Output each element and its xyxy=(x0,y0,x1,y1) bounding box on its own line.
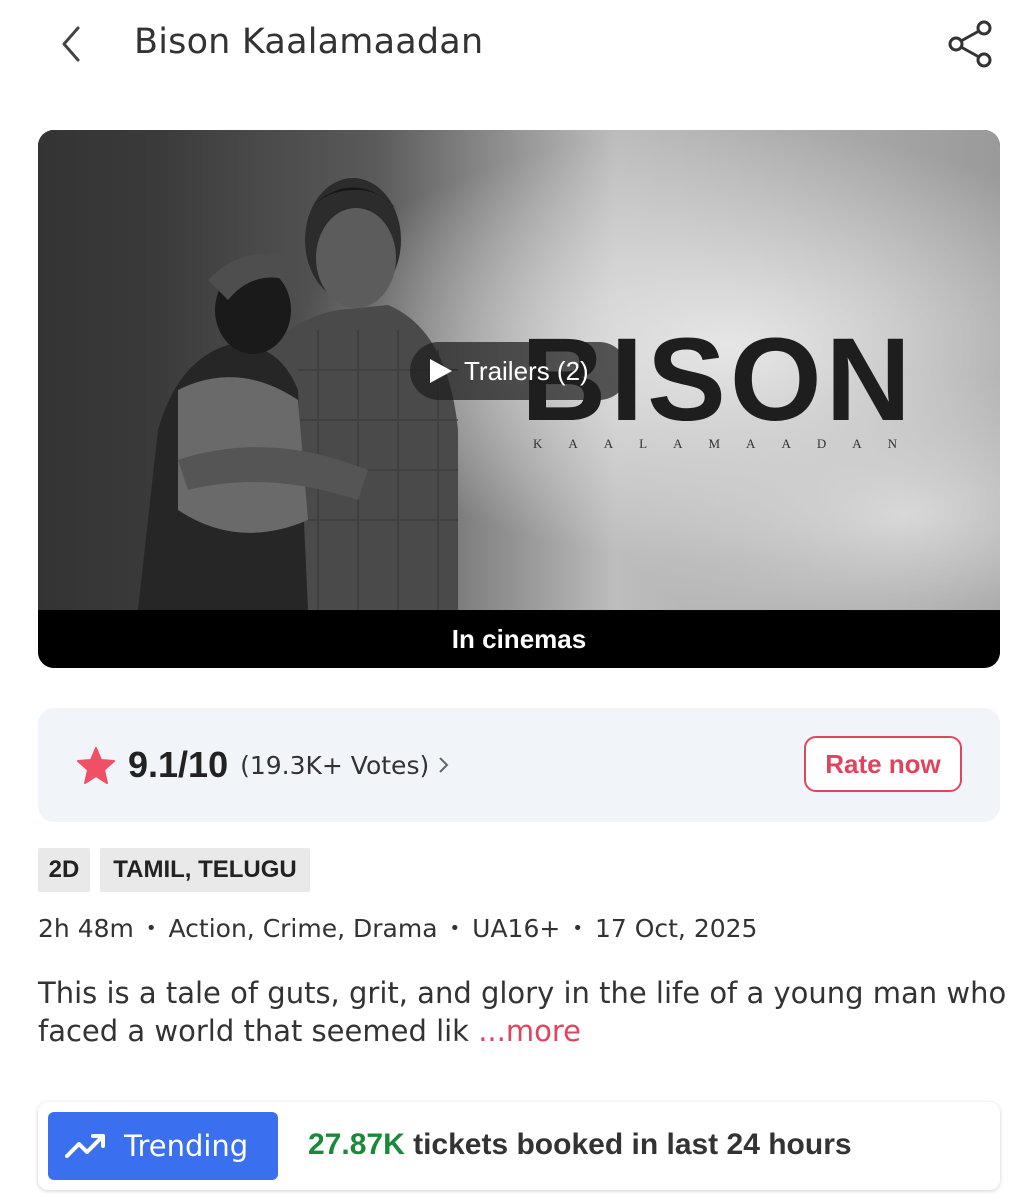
more-link[interactable]: ...more xyxy=(478,1014,581,1048)
page-title: Bison Kaalamaadan xyxy=(134,22,484,62)
trending-up-icon xyxy=(65,1134,105,1158)
movie-meta: 2h 48m • Action, Crime, Drama • UA16+ • … xyxy=(38,914,1018,943)
trending-card: Trending 27.87K tickets booked in last 2… xyxy=(38,1102,1000,1190)
tickets-suffix: tickets booked in last 24 hours xyxy=(413,1128,852,1161)
back-button[interactable] xyxy=(50,22,90,66)
release-date: 17 Oct, 2025 xyxy=(594,914,758,943)
separator-dot-icon: • xyxy=(572,918,583,939)
trending-label: Trending xyxy=(124,1129,249,1163)
chevron-right-icon xyxy=(439,757,449,773)
format-tag: 2D xyxy=(38,848,90,892)
rating-card: 9.1/10 (19.3K+ Votes) Rate now xyxy=(38,708,1000,822)
release-status-label: In cinemas xyxy=(451,623,587,654)
star-icon xyxy=(77,747,115,784)
genres: Action, Crime, Drama xyxy=(168,914,438,943)
trending-badge: Trending xyxy=(48,1112,278,1180)
language-tag: TAMIL, TELUGU xyxy=(100,848,310,892)
movie-banner[interactable]: BISON KAALAMAADAN Trailers (2) In cinema… xyxy=(38,130,1000,668)
trending-text: 27.87K tickets booked in last 24 hours xyxy=(308,1128,852,1162)
rating-value: 9.1/10 xyxy=(128,744,229,785)
share-button[interactable] xyxy=(940,16,996,72)
share-icon xyxy=(948,20,992,68)
duration: 2h 48m xyxy=(38,914,134,943)
certificate: UA16+ xyxy=(472,914,561,943)
poster-logo-sub: KAALAMAADAN xyxy=(533,436,923,451)
release-status-bar: In cinemas xyxy=(38,610,1000,668)
chevron-left-icon xyxy=(62,26,80,62)
rating-summary-link[interactable]: 9.1/10 (19.3K+ Votes) xyxy=(76,738,453,792)
rate-now-label: Rate now xyxy=(825,748,941,779)
separator-dot-icon: • xyxy=(145,918,157,939)
tickets-count: 27.87K xyxy=(308,1128,405,1161)
rate-now-button[interactable]: Rate now xyxy=(804,736,962,792)
separator-dot-icon: • xyxy=(449,918,461,939)
trailers-button[interactable]: Trailers (2) xyxy=(410,342,628,400)
votes-count: (19.3K+ Votes) xyxy=(240,750,430,780)
trailers-label: Trailers (2) xyxy=(464,355,589,386)
play-icon xyxy=(430,359,452,383)
movie-description: This is a tale of guts, grit, and glory … xyxy=(38,974,1008,1050)
app-header: Bison Kaalamaadan xyxy=(0,0,1034,92)
